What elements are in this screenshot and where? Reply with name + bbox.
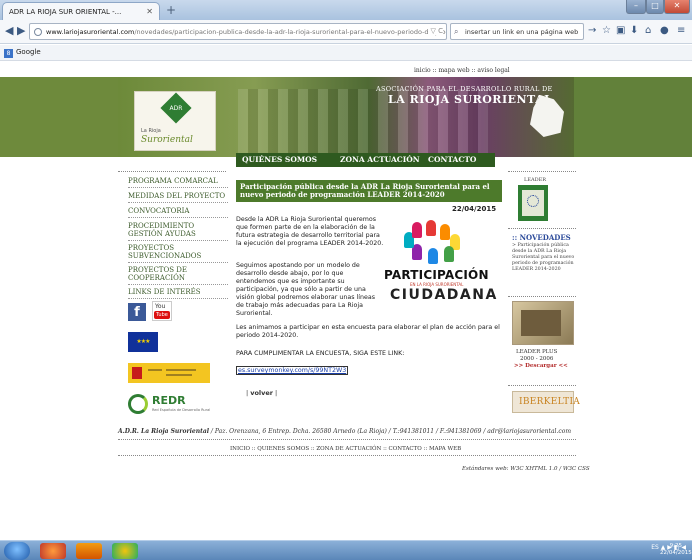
novedades-title: :: NOVEDADES	[512, 233, 571, 242]
sidebar-item-cooperacion[interactable]: PROYECTOS DE COOPERACIÓN	[128, 266, 228, 285]
eu-stars-icon	[527, 195, 539, 207]
tab-bar: ADR LA RIOJA SUR ORIENTAL -... ✕ + – □ ✕	[0, 0, 692, 20]
footer-links[interactable]: INICIO :: QUIENES SOMOS :: ZONA DE ACTUA…	[230, 446, 461, 452]
banner-title: LA RIOJA SURORIENTAL	[388, 93, 553, 106]
go-arrow-icon[interactable]: →	[588, 25, 596, 36]
site-banner: ADR La Rioja Suroriental ASOCIACIÓN PARA…	[118, 77, 574, 157]
logo-adr: ADR	[169, 105, 183, 112]
sidebar-item-links[interactable]: LINKS DE INTERÉS	[128, 288, 228, 299]
participacion-ciudadana-image: PARTICIPACIÓN EN LA RIOJA SURORIENTAL CI…	[380, 220, 500, 304]
clipboard-icon[interactable]: ▣	[616, 25, 625, 36]
footer-org-name: A.D.R. La Rioja Suroriental	[118, 428, 210, 435]
language-indicator[interactable]: ES	[651, 544, 659, 551]
article-paragraph-4: PARA CUMPLIMENTAR LA ENCUESTA, SIGA ESTE…	[236, 350, 405, 357]
globe-icon	[34, 28, 42, 36]
download-icon[interactable]: ⬇	[630, 25, 638, 36]
leader-logo[interactable]	[518, 185, 548, 221]
article-paragraph-3: Les animamos a participar en esta encues…	[236, 324, 500, 339]
bookmarks-bar: 8 Google	[0, 45, 692, 61]
banner-left-band	[0, 77, 118, 157]
leader-plus-title: LEADER PLUS	[516, 349, 558, 355]
survey-link[interactable]: es.surveymonkey.com/s/99NT2W3	[236, 366, 349, 375]
facebook-icon[interactable]: f	[128, 303, 146, 321]
banner-subtitle: ASOCIACIÓN PARA EL DESARROLLO RURAL DE	[376, 85, 553, 93]
office-taskbar-icon[interactable]	[76, 543, 102, 559]
bookmark-google[interactable]: 8 Google	[4, 48, 41, 58]
new-tab-icon[interactable]: +	[166, 3, 176, 17]
footer-standards: Estándares web: W3C XHTML 1.0 / W3C CSS	[462, 466, 590, 472]
participacion-word: PARTICIPACIÓN	[384, 268, 489, 282]
nav-contacto[interactable]: CONTACTO	[428, 155, 476, 164]
sidebar-item-medidas[interactable]: MEDIDAS DEL PROYECTO	[128, 192, 228, 203]
eu-flag-icon[interactable]: ★★★	[128, 332, 158, 352]
youtube-tube: Tube	[154, 311, 170, 319]
redr-circle-icon	[128, 394, 148, 414]
article-date: 22/04/2015	[452, 205, 497, 213]
back-icon[interactable]: ◀	[5, 24, 13, 37]
close-tab-icon[interactable]: ✕	[146, 7, 153, 16]
menu-icon[interactable]: ≡	[677, 25, 685, 36]
navigation-toolbar: ◀ ▶ www.lariojasuroriental.com/novedades…	[0, 20, 692, 44]
people-ring-icon	[400, 220, 462, 264]
start-button[interactable]	[4, 542, 30, 560]
sidebar-item-procedimiento[interactable]: PROCEDIMIENTO GESTIÓN AYUDAS	[128, 222, 228, 241]
clock-date: 22/04/2015	[660, 549, 692, 556]
leader-plus-years: 2000 - 2006	[520, 356, 554, 362]
redr-logo[interactable]: REDR Red Española de Desarrollo Rural	[128, 392, 214, 416]
tab-title: ADR LA RIOJA SUR ORIENTAL -...	[9, 8, 122, 16]
spain-shield-icon	[132, 367, 142, 379]
redr-subtitle: Red Española de Desarrollo Rural	[152, 408, 211, 412]
article-paragraph-1: Desde la ADR La Rioja Suroriental querem…	[236, 216, 384, 247]
footer-address-text: / Paz. Orenzana, 6 Entrep. Dcha. 26580 A…	[209, 428, 572, 435]
window-close-button[interactable]: ✕	[664, 0, 690, 14]
leader-label: LEADER	[524, 177, 547, 183]
youtube-icon[interactable]: You Tube	[152, 301, 172, 321]
firefox-taskbar-icon[interactable]	[40, 543, 66, 559]
divider	[118, 171, 226, 172]
nav-quienes-somos[interactable]: QUIÉNES SOMOS	[242, 155, 317, 164]
maximize-button[interactable]: □	[646, 0, 664, 14]
search-text: insertar un link en una página web	[465, 28, 579, 36]
back-link[interactable]: volver	[244, 389, 279, 397]
logo-rioja-text: La Rioja	[141, 128, 161, 134]
windows-taskbar: ES ▲ ▶ ◧ ◀	[0, 540, 692, 560]
youtube-you: You	[155, 303, 166, 310]
url-path: /novedades/participacion-publica-desde-l…	[134, 28, 447, 36]
bookmark-star-icon[interactable]: ☆	[602, 25, 611, 36]
top-links[interactable]: inicio :: mapa web :: aviso legal	[414, 67, 510, 74]
redr-name: REDR	[152, 394, 186, 407]
site-logo[interactable]: ADR La Rioja Suroriental	[134, 91, 216, 151]
browser-tab[interactable]: ADR LA RIOJA SUR ORIENTAL -... ✕	[2, 2, 160, 20]
main-nav: QUIÉNES SOMOS ZONA ACTUACIÓN CONTACTO	[236, 153, 495, 167]
google-bookmark-icon: 8	[4, 49, 13, 58]
minimize-button[interactable]: –	[626, 0, 646, 14]
forward-icon[interactable]: ▶	[17, 24, 25, 37]
novedades-item[interactable]: > Participación pública desde la ADR La …	[512, 243, 578, 273]
reload-icon[interactable]: ▽ C	[427, 27, 443, 35]
sidebar-item-proyectos-subvencionados[interactable]: PROYECTOS SUBVENCIONADOS	[128, 244, 228, 263]
banner-right-band	[574, 77, 692, 157]
clock[interactable]: 9:25 22/04/2015	[660, 543, 692, 556]
spain-ministry-logo[interactable]	[128, 363, 210, 383]
sidebar-item-programa-comarcal[interactable]: PROGRAMA COMARCAL	[128, 177, 228, 188]
article-title: Participación pública desde la ADR La Ri…	[236, 180, 502, 202]
download-link[interactable]: >> Descargar <<	[514, 363, 568, 369]
logo-suroriental-text: Suroriental	[141, 135, 193, 145]
iberkeltia-text: IBERKELTIA	[519, 397, 581, 407]
bookmark-label: Google	[16, 48, 41, 56]
sidebar-item-convocatoria[interactable]: CONVOCATORIA	[128, 207, 228, 218]
url-domain: www.lariojasuroriental.com	[46, 28, 135, 36]
chat-icon[interactable]: ●	[660, 25, 669, 36]
ciudadana-word: CIUDADANA	[390, 287, 498, 303]
article-paragraph-2: Seguimos apostando por un modelo de desa…	[236, 262, 375, 317]
nav-zona-actuacion[interactable]: ZONA ACTUACIÓN	[340, 155, 420, 164]
footer-address: A.D.R. La Rioja Suroriental / Paz. Orenz…	[118, 428, 571, 435]
url-bar[interactable]: www.lariojasuroriental.com/novedades/par…	[29, 23, 447, 40]
iberkeltia-banner[interactable]: IBERKELTIA	[512, 391, 580, 413]
search-icon: ⌕	[454, 27, 459, 36]
leader-plus-book-image[interactable]	[512, 301, 574, 345]
home-icon[interactable]: ⌂	[645, 25, 651, 36]
chrome-taskbar-icon[interactable]	[112, 543, 138, 559]
search-input[interactable]: ⌕ insertar un link en una página web	[450, 23, 584, 40]
